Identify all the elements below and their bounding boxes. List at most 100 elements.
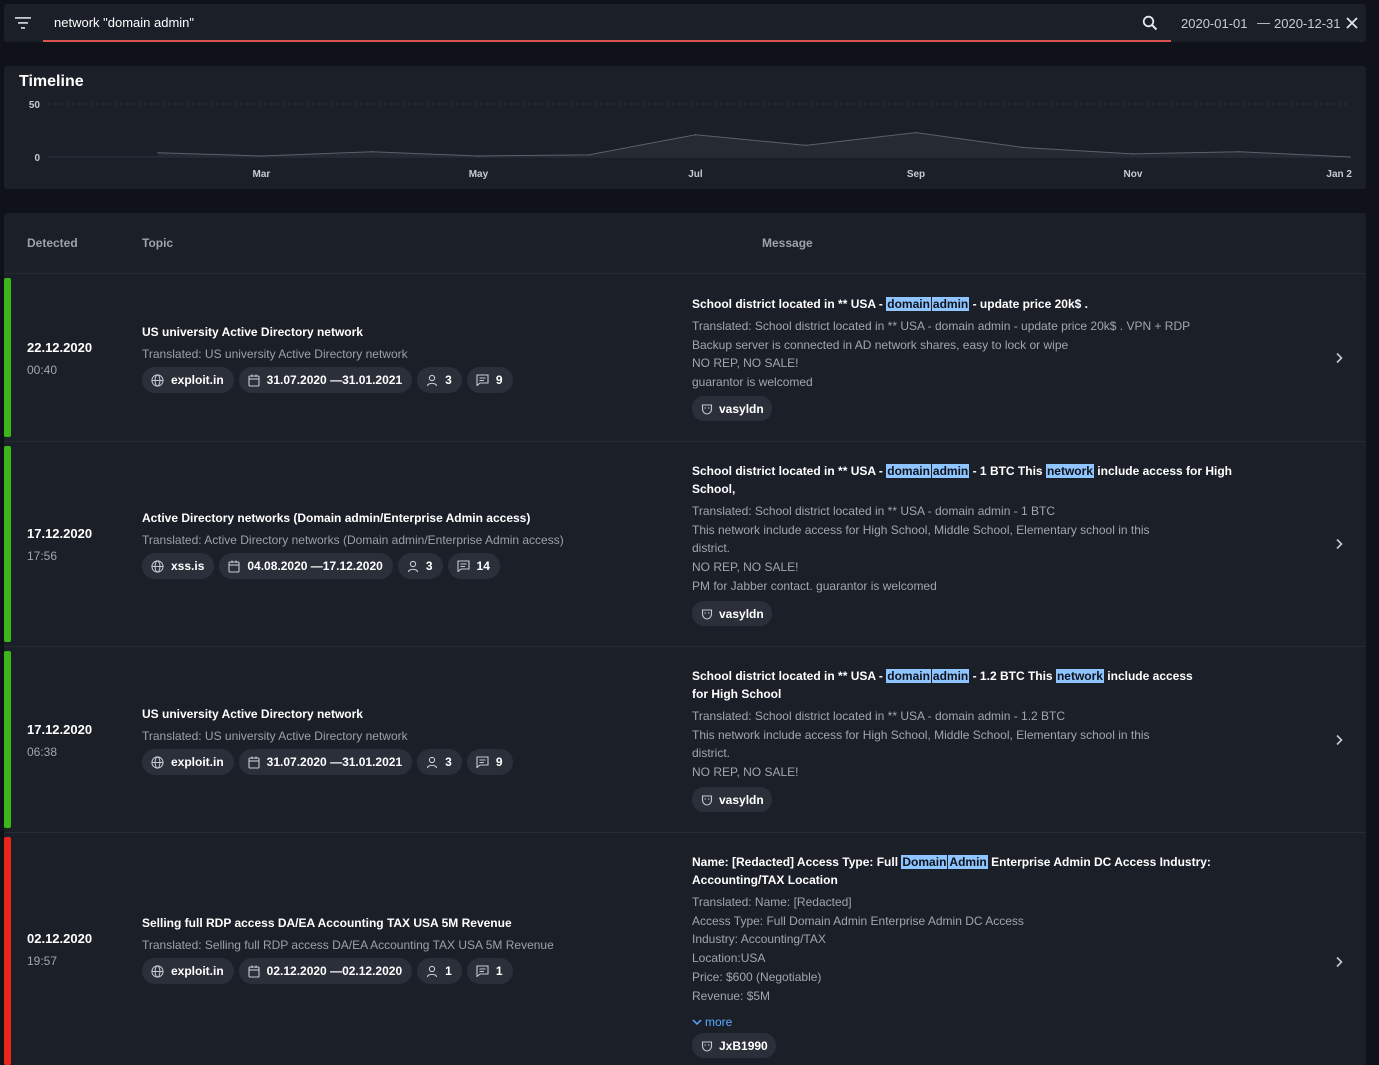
globe-icon xyxy=(151,373,164,387)
forum-chip[interactable]: exploit.in xyxy=(142,749,234,775)
forum-chip[interactable]: exploit.in xyxy=(142,367,234,393)
status-bar xyxy=(4,446,11,642)
detected-date: 17.12.2020 xyxy=(27,526,93,541)
timeline-point xyxy=(804,144,807,147)
message-body: Translated: Name: [Redacted] Access Type… xyxy=(692,893,1232,1005)
timeline-point xyxy=(1349,156,1351,158)
column-header-detected[interactable]: Detected xyxy=(27,236,78,250)
author-chip[interactable]: vasyldn xyxy=(692,396,772,421)
table-row[interactable]: 02.12.2020 19:57 Selling full RDP access… xyxy=(4,833,1366,1065)
users-chip: 1 xyxy=(417,958,462,984)
comment-icon xyxy=(456,560,470,572)
message-title-text: School district located in ** USA - xyxy=(692,464,887,478)
detected-date: 22.12.2020 xyxy=(27,340,93,355)
users-count: 3 xyxy=(445,755,452,769)
forum-chip[interactable]: exploit.in xyxy=(142,958,234,984)
date-from-input[interactable]: 2020-01-01 xyxy=(1181,16,1248,31)
close-icon[interactable] xyxy=(1346,17,1358,29)
message-line: Access Type: Full Domain Admin Enterpris… xyxy=(692,913,1024,928)
author-chip[interactable]: vasyldn xyxy=(692,601,772,626)
search-input[interactable]: network "domain admin" xyxy=(43,4,1171,42)
author-chip[interactable]: vasyldn xyxy=(692,787,772,812)
filter-icon[interactable] xyxy=(14,14,32,32)
forum-chip[interactable]: xss.is xyxy=(142,553,215,579)
period-chip: 31.07.2020 —31.01.2021 xyxy=(238,367,413,393)
topic-title[interactable]: Selling full RDP access DA/EA Accounting… xyxy=(142,916,512,930)
x-tick-label: May xyxy=(469,169,489,180)
message-body: Translated: School district located in *… xyxy=(692,707,1232,782)
timeline-point xyxy=(1132,153,1134,155)
users-chip: 3 xyxy=(397,553,443,579)
timeline-point xyxy=(370,150,373,153)
message-title-text: School district located in ** USA - xyxy=(692,669,887,683)
message-title-text: - 1.2 BTC This xyxy=(969,669,1056,683)
author-chip[interactable]: JxB1990 xyxy=(692,1033,776,1058)
timeline-point xyxy=(1238,150,1241,153)
message: School district located in ** USA - doma… xyxy=(692,462,1232,596)
mask-icon xyxy=(701,794,713,806)
show-more-link[interactable]: more xyxy=(692,1015,732,1029)
timeline-point xyxy=(587,154,590,156)
period-text: 04.08.2020 —17.12.2020 xyxy=(247,559,383,573)
column-header-message[interactable]: Message xyxy=(762,236,813,250)
x-tick-label: Nov xyxy=(1124,169,1143,180)
message: School district located in ** USA - doma… xyxy=(692,295,1232,392)
message-line: This network include access for High Sch… xyxy=(692,727,1150,761)
search-highlight: domain xyxy=(886,297,931,311)
user-icon xyxy=(407,560,418,572)
timeline-point xyxy=(694,133,697,136)
chevron-right-icon[interactable] xyxy=(1334,352,1344,364)
search-highlight: network xyxy=(1045,464,1094,478)
forum-name: exploit.in xyxy=(171,373,224,387)
show-more-label: more xyxy=(705,1015,733,1029)
timeline-panel: Timeline 0 50 Mar May Jul Sep Nov Jan 2 xyxy=(4,66,1366,189)
period-text: 31.07.2020 —31.01.2021 xyxy=(266,755,403,769)
posts-chip: 9 xyxy=(466,367,513,393)
message-line: Revenue: $5M xyxy=(692,988,771,1003)
users-count: 1 xyxy=(445,964,452,978)
topic-translated: Translated: Active Directory networks (D… xyxy=(142,533,564,547)
message-line: Industry: Accounting/TAX xyxy=(692,932,826,947)
chevron-right-icon[interactable] xyxy=(1334,538,1344,550)
topic-title[interactable]: Active Directory networks (Domain admin/… xyxy=(142,511,530,525)
table-header: Detected Topic Message xyxy=(4,213,1366,274)
timeline-point xyxy=(260,155,263,157)
posts-chip: 9 xyxy=(466,749,513,775)
timeline-chart[interactable]: 0 50 Mar May Jul Sep Nov Jan 2 xyxy=(4,66,1366,189)
search-icon[interactable] xyxy=(1142,15,1158,31)
message-title-text: - update price 20k$ . xyxy=(969,297,1088,311)
table-row[interactable]: 17.12.2020 06:38 US university Active Di… xyxy=(4,647,1366,833)
chevron-right-icon[interactable] xyxy=(1334,734,1344,746)
message-line: Price: $600 (Negotiable) xyxy=(692,969,822,984)
results-table: Detected Topic Message 22.12.2020 00:40 … xyxy=(4,213,1366,1065)
search-highlight: admin xyxy=(931,297,970,311)
y-tick-label: 0 xyxy=(34,153,40,164)
timeline-point xyxy=(1021,146,1024,149)
period-chip: 31.07.2020 —31.01.2021 xyxy=(238,749,413,775)
chevron-down-icon xyxy=(692,1019,702,1026)
search-highlight: Domain xyxy=(901,855,948,869)
date-to-input[interactable]: 2020-12-31 xyxy=(1274,16,1341,31)
globe-icon xyxy=(151,559,164,573)
topic-translated: Translated: US university Active Directo… xyxy=(142,729,408,743)
calendar-icon xyxy=(228,560,240,573)
author-name: vasyldn xyxy=(719,606,764,621)
period-chip: 02.12.2020 —02.12.2020 xyxy=(238,958,413,984)
table-row[interactable]: 17.12.2020 17:56 Active Directory networ… xyxy=(4,442,1366,647)
forum-name: exploit.in xyxy=(171,964,224,978)
chevron-right-icon[interactable] xyxy=(1334,956,1344,968)
detected-date: 17.12.2020 xyxy=(27,722,93,737)
topic-title[interactable]: US university Active Directory network xyxy=(142,325,363,339)
message-line: Translated: School district located in *… xyxy=(692,709,1066,723)
search-highlight: admin xyxy=(931,669,970,683)
timeline-point xyxy=(477,155,480,157)
message-line: Location:USA xyxy=(692,951,766,966)
status-bar xyxy=(4,278,11,437)
table-row[interactable]: 22.12.2020 00:40 US university Active Di… xyxy=(4,274,1366,442)
detected-time: 00:40 xyxy=(27,363,58,377)
users-count: 3 xyxy=(445,373,452,387)
message-title-text: - 1 BTC This xyxy=(969,464,1046,478)
message-title-text: School district located in ** USA - xyxy=(692,297,887,311)
column-header-topic[interactable]: Topic xyxy=(142,236,173,250)
topic-title[interactable]: US university Active Directory network xyxy=(142,707,363,721)
